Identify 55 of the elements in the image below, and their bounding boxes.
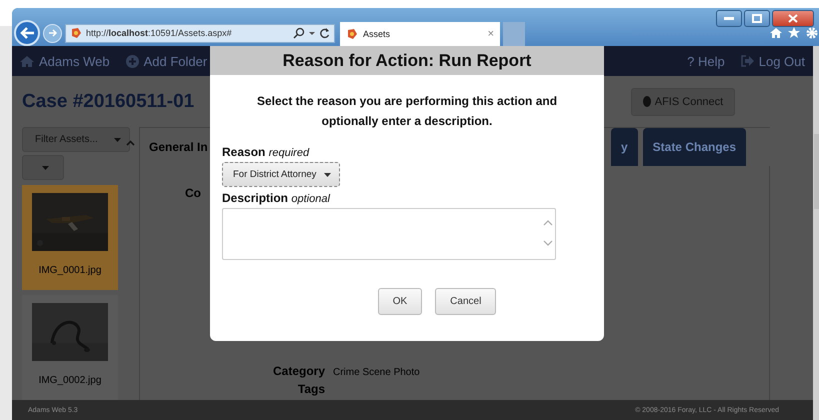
star-icon[interactable] <box>788 27 800 39</box>
maximize-button[interactable] <box>744 10 770 27</box>
maximize-icon <box>752 14 762 23</box>
tab-close-button[interactable]: × <box>488 28 494 40</box>
panel-tab[interactable]: y <box>610 128 638 166</box>
panel-tab[interactable]: State Changes <box>642 128 746 166</box>
site-icon <box>70 27 82 39</box>
settings-icon[interactable] <box>806 27 818 39</box>
browser-tab[interactable]: Assets × <box>340 22 500 46</box>
description-field[interactable] <box>222 208 556 260</box>
asset-card[interactable]: IMG_0001.jpg <box>22 185 118 290</box>
dialog-title: Reason for Action: Run Report <box>210 46 604 75</box>
case-title: Case #20160511-01 <box>22 90 194 112</box>
dialog-button[interactable]: OK <box>378 288 422 315</box>
home-icon[interactable] <box>770 27 782 39</box>
refresh-icon[interactable] <box>319 27 330 39</box>
plus-circle-icon <box>126 54 139 68</box>
dialog-message: Select the reason you are performing this action and optionally enter a description. <box>256 93 558 130</box>
field-label: Reason required <box>222 145 310 159</box>
field-label: Category <box>272 364 325 378</box>
minimize-icon <box>724 16 734 20</box>
brand-link[interactable]: Adams Web <box>20 54 110 68</box>
close-button[interactable] <box>772 10 814 27</box>
forward-arrow-icon <box>48 28 58 38</box>
close-icon <box>788 14 798 23</box>
field-label: Co <box>185 186 201 200</box>
dialog-button[interactable]: Cancel <box>435 288 496 315</box>
back-arrow-icon <box>19 26 35 40</box>
field-label: Description optional <box>222 191 330 205</box>
reason-dropdown[interactable]: For District Attorney <box>222 162 340 187</box>
caret-icon <box>324 172 331 176</box>
forward-button[interactable] <box>43 24 62 42</box>
caret-icon <box>42 166 48 170</box>
filter-dropdown[interactable]: Filter Assets... <box>22 127 130 152</box>
add-folder-link[interactable]: Add Folder <box>126 54 208 68</box>
log-out-link[interactable]: Log Out <box>740 54 805 68</box>
sign-out-icon <box>740 55 754 67</box>
site-icon <box>346 28 358 40</box>
address-bar[interactable]: http://localhost:10591/Assets.aspx# <box>65 24 335 42</box>
field-value: Crime Scene Photo <box>333 367 421 378</box>
home-icon <box>20 55 34 67</box>
field-label: Tags <box>296 382 325 396</box>
search-icon[interactable] <box>293 27 305 39</box>
scroll-arrows-icon <box>543 218 553 248</box>
file-name: IMG_0001.jpg <box>38 265 102 276</box>
file-name: IMG_0002.jpg <box>38 375 102 386</box>
caret-icon <box>114 138 121 142</box>
back-button[interactable] <box>14 20 40 46</box>
afis-connect-button[interactable]: AFIS Connect <box>631 88 735 116</box>
collapse-icon[interactable] <box>126 140 135 146</box>
section-heading: General In <box>149 140 208 154</box>
minimize-button[interactable] <box>716 10 742 27</box>
url-text: http://localhost:10591/Assets.aspx# <box>86 28 233 38</box>
asset-card[interactable]: IMG_0002.jpg <box>22 295 118 400</box>
help-link[interactable]: ? Help <box>687 54 725 68</box>
